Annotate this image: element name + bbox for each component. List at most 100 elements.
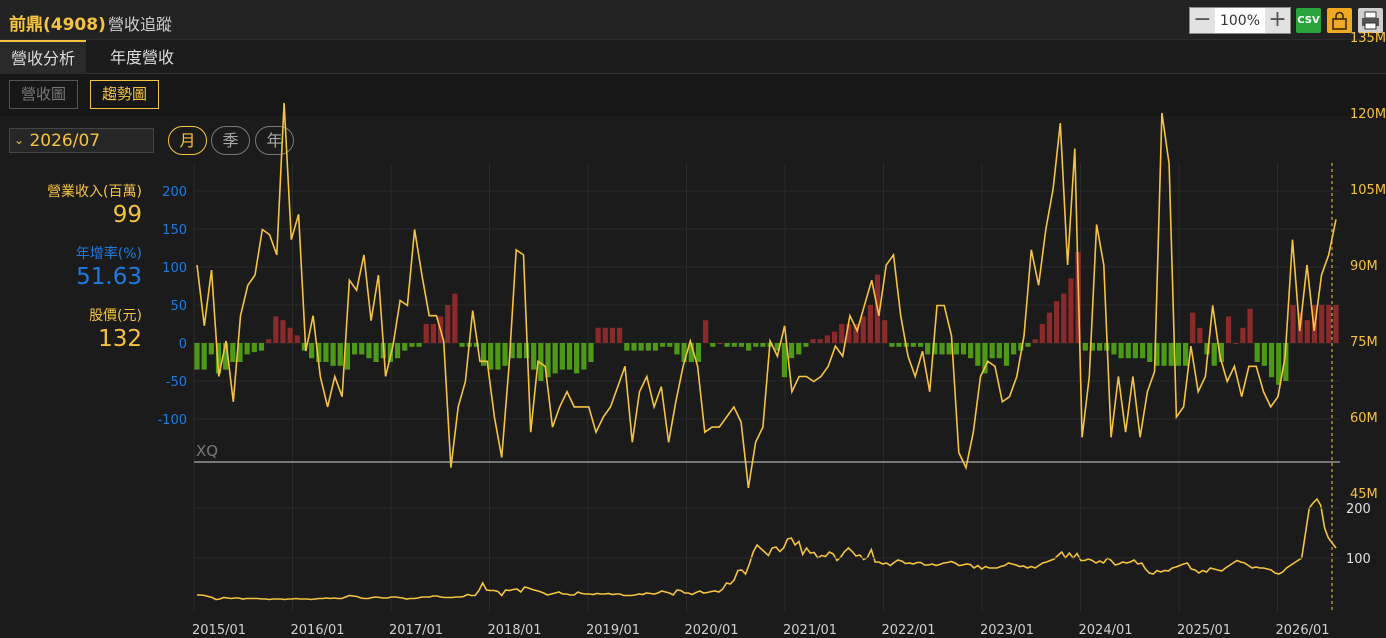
price-axis-tick-label: 200: [1346, 502, 1371, 517]
yoy-bar: [1032, 339, 1038, 343]
yoy-bar: [258, 343, 265, 351]
yoy-bar: [1261, 343, 1267, 366]
price-axis-tick-label: 100: [1346, 552, 1371, 567]
yoy-bar: [531, 343, 537, 370]
yoy-bar: [1161, 343, 1167, 366]
yoy-bar: [1111, 343, 1117, 355]
yoy-bar: [753, 343, 759, 347]
yoy-bar: [738, 343, 745, 347]
yoy-bar: [1132, 343, 1139, 359]
yoy-bar: [1147, 343, 1153, 362]
yoy-bar: [1233, 343, 1239, 344]
yoy-bar: [896, 343, 902, 347]
yoy-bar: [1011, 343, 1017, 355]
x-axis-tick-label: 2015/01: [192, 623, 246, 638]
yoy-bar: [323, 343, 329, 362]
yoy-bar: [574, 343, 580, 374]
price-line: [197, 497, 1337, 601]
left-axis-tick-label: -50: [166, 375, 187, 390]
yoy-bar: [588, 343, 594, 362]
yoy-bar: [882, 320, 888, 343]
yoy-bar: [745, 343, 752, 351]
yoy-bar: [917, 343, 924, 347]
yoy-bar: [1061, 293, 1067, 343]
yoy-bar: [817, 339, 823, 343]
yoy-bar: [674, 343, 680, 355]
yoy-bar: [1097, 343, 1103, 351]
yoy-bar: [423, 324, 429, 343]
yoy-bar: [266, 339, 272, 343]
yoy-bar: [394, 343, 401, 359]
x-axis-tick-label: 2020/01: [685, 623, 739, 638]
yoy-bar: [803, 343, 809, 347]
right-axis-tick-label: 75M: [1350, 335, 1378, 350]
yoy-bar: [452, 293, 458, 343]
yoy-bar: [351, 343, 358, 355]
yoy-bar: [760, 343, 766, 347]
yoy-bar: [617, 327, 623, 343]
yoy-bar: [273, 316, 279, 343]
yoy-bar: [459, 343, 465, 347]
yoy-bar: [1046, 312, 1053, 343]
yoy-bar: [968, 343, 974, 359]
yoy-bar: [402, 343, 408, 351]
yoy-bar: [1025, 343, 1031, 347]
right-axis-tick-label: 105M: [1350, 183, 1386, 198]
yoy-bar: [731, 343, 737, 347]
yoy-bar: [839, 324, 845, 343]
yoy-bar: [1118, 343, 1124, 359]
yoy-bar: [1190, 312, 1196, 343]
yoy-bar: [660, 343, 666, 347]
right-axis-tick-label: 60M: [1350, 411, 1378, 426]
yoy-bar: [975, 343, 981, 366]
x-axis-tick-label: 2023/01: [980, 623, 1034, 638]
yoy-bar: [1139, 343, 1146, 359]
yoy-bar: [960, 343, 967, 355]
yoy-bar: [810, 339, 816, 343]
yoy-bar: [480, 343, 487, 366]
yoy-bar: [309, 343, 315, 359]
yoy-bar: [925, 343, 931, 355]
yoy-bar: [645, 343, 651, 351]
yoy-bar: [1168, 343, 1174, 366]
yoy-bar: [788, 343, 795, 359]
yoy-bar: [566, 343, 573, 370]
yoy-bar: [624, 343, 630, 351]
watermark-label: XQ: [196, 442, 218, 460]
yoy-bar: [430, 324, 436, 343]
yoy-bar: [638, 343, 644, 351]
x-axis-tick-label: 2016/01: [291, 623, 345, 638]
yoy-bar: [552, 343, 558, 374]
yoy-bar: [201, 343, 207, 370]
yoy-bar: [416, 343, 422, 347]
yoy-bar: [1268, 343, 1275, 378]
yoy-bar: [1319, 305, 1325, 343]
yoy-bar: [373, 343, 379, 362]
yoy-bar: [652, 343, 659, 351]
yoy-bar: [516, 343, 522, 359]
left-axis-tick-label: 50: [170, 299, 187, 314]
plot-area-top: [194, 163, 1340, 461]
yoy-bar: [1254, 343, 1260, 362]
yoy-bar: [1003, 343, 1010, 366]
yoy-bar: [244, 343, 250, 355]
x-axis-tick-label: 2024/01: [1079, 623, 1133, 638]
yoy-bar: [1211, 343, 1217, 366]
yoy-bar: [294, 335, 300, 343]
right-axis-tick-label: 45M: [1350, 487, 1378, 502]
left-axis-tick-label: 200: [162, 185, 187, 200]
yoy-bar: [330, 343, 336, 366]
yoy-bar: [251, 343, 257, 353]
yoy-bar: [703, 320, 709, 343]
left-axis-tick-label: 0: [179, 337, 187, 352]
yoy-bar: [1125, 343, 1131, 359]
yoy-bar: [337, 343, 343, 366]
left-axis-tick-label: 150: [162, 223, 187, 238]
yoy-bar: [559, 343, 565, 370]
x-axis-tick-label: 2017/01: [389, 623, 443, 638]
yoy-bar: [1240, 327, 1246, 343]
x-axis-tick-label: 2018/01: [488, 623, 542, 638]
yoy-bar: [824, 335, 830, 343]
x-axis-tick-label: 2019/01: [586, 623, 640, 638]
yoy-bar: [194, 343, 200, 370]
